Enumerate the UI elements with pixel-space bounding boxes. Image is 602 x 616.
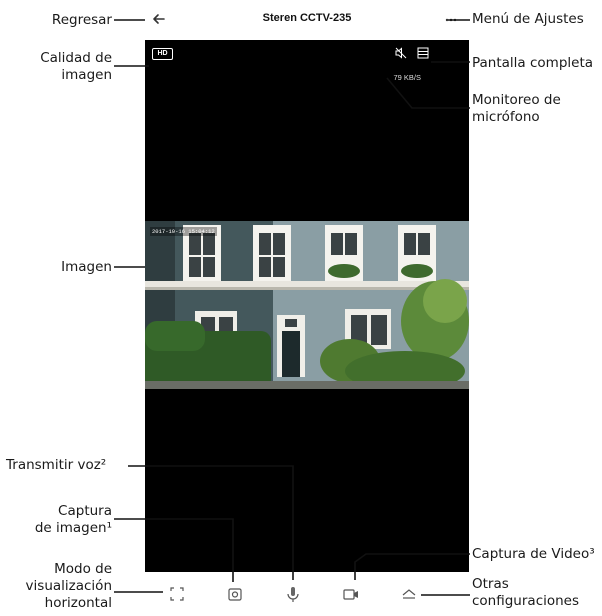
speaker-muted-icon[interactable] [394, 46, 408, 60]
annotation-other: Otras configuraciones [472, 576, 600, 610]
bitrate-readout: 79 KB/S [393, 73, 421, 82]
annotation-image: Imagen [61, 259, 112, 275]
phone-screen: Steren CCTV-235 HD 79 KB/S 2017-10-16 15… [145, 0, 469, 616]
annotation-mic-line1: Monitoreo de [472, 92, 561, 108]
annotation-capture-image-line1: Captura [58, 503, 112, 519]
annotation-quality-line2: imagen [61, 67, 112, 83]
annotation-landscape-line2: visualización [25, 578, 112, 594]
annotation-landscape-line1: Modo de [54, 561, 112, 577]
annotation-mic: Monitoreo de micrófono [472, 92, 600, 126]
camera-video-feed [145, 221, 469, 389]
annotation-settings-menu: Menú de Ajustes [472, 11, 584, 27]
eject-menu-icon[interactable] [399, 584, 419, 604]
camera-snapshot-icon[interactable] [225, 584, 245, 604]
annotation-quality-line1: Calidad de [40, 50, 112, 66]
video-record-icon[interactable] [341, 584, 361, 604]
quality-badge[interactable]: HD [152, 48, 173, 60]
annotation-capture-video: Captura de Video³ [472, 546, 595, 562]
fullscreen-icon[interactable] [417, 47, 429, 59]
video-timestamp: 2017-10-16 15:04:12 [150, 227, 217, 236]
annotation-capture-image: Captura de imagen¹ [8, 503, 112, 537]
microphone-icon[interactable] [283, 584, 303, 604]
annotation-other-line2: configuraciones [472, 593, 580, 609]
more-dots-icon[interactable] [441, 10, 461, 28]
bottom-toolbar [145, 572, 469, 616]
page-title: Steren CCTV-235 [262, 12, 352, 24]
annotation-fullscreen: Pantalla completa [472, 55, 594, 71]
annotation-mic-line2: micrófono [472, 109, 540, 125]
annotation-back: Regresar [51, 12, 112, 28]
landscape-view-icon[interactable] [167, 584, 187, 604]
annotation-voice: Transmitir voz² [6, 457, 107, 473]
annotation-capture-image-line2: de imagen¹ [34, 520, 112, 536]
annotation-quality: Calidad de imagen [8, 50, 112, 84]
annotation-landscape-line3: horizontal [44, 595, 112, 611]
top-bar: Steren CCTV-235 [145, 0, 469, 40]
annotation-landscape: Modo de visualización horizontal [8, 561, 112, 612]
annotation-other-line1: Otras [472, 576, 509, 592]
